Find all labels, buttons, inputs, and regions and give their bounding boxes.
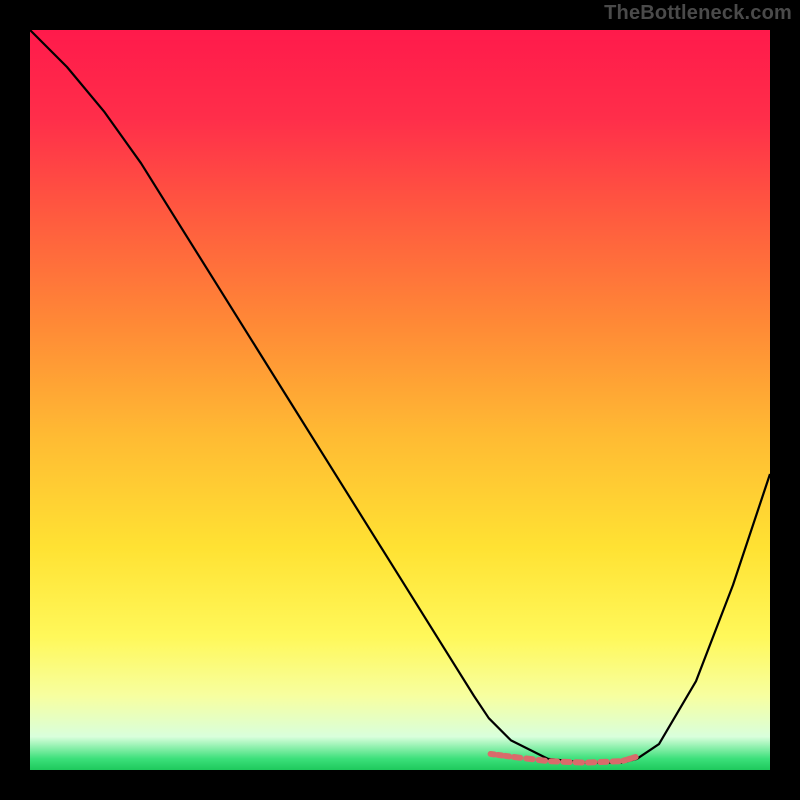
optimal-band-segment [526, 759, 532, 760]
watermark-text: TheBottleneck.com [604, 2, 792, 25]
optimal-band-segment [491, 754, 495, 755]
plot-area [30, 30, 770, 770]
optimal-band-segment [514, 757, 520, 758]
optimal-band-segment [505, 756, 509, 757]
chart-svg [30, 30, 770, 770]
gradient-background [30, 30, 770, 770]
optimal-band-segment [539, 760, 545, 761]
optimal-band-segment [633, 757, 636, 758]
optimal-band-segment [498, 755, 502, 756]
chart-frame: TheBottleneck.com [0, 0, 800, 800]
